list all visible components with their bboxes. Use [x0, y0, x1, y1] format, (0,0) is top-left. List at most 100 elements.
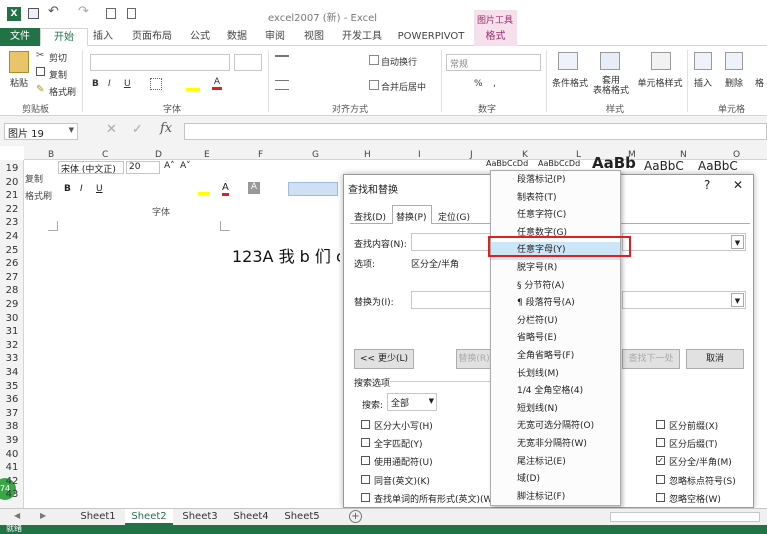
menu-item[interactable]: ¶ 段落符号(A): [491, 295, 620, 313]
style-preview-4[interactable]: AaBbC: [698, 159, 738, 173]
column-header[interactable]: J: [470, 150, 473, 160]
row-header[interactable]: 35: [0, 381, 24, 392]
tab-goto[interactable]: 定位(G): [438, 210, 470, 223]
menu-item[interactable]: 全角省略号(F): [491, 348, 620, 366]
undo-icon[interactable]: ↶: [48, 4, 59, 19]
row-header[interactable]: 38: [0, 421, 24, 432]
font-name-combo[interactable]: [90, 54, 230, 71]
cut-button[interactable]: 剪切: [49, 51, 67, 64]
checkbox[interactable]: [361, 420, 370, 429]
doc-underline-button[interactable]: U: [96, 184, 103, 194]
column-header[interactable]: E: [204, 150, 210, 160]
shrink-font-icon[interactable]: A˅: [180, 161, 191, 171]
comma-button[interactable]: ,: [493, 79, 496, 89]
row-header[interactable]: 26: [0, 258, 24, 269]
checkbox[interactable]: [656, 420, 665, 429]
style-preview-3[interactable]: AaBbC: [644, 159, 684, 173]
copy-button[interactable]: 复制: [49, 68, 67, 81]
sheet-tab[interactable]: Sheet2: [125, 509, 173, 525]
row-header[interactable]: 37: [0, 408, 24, 419]
scroll-left-icon[interactable]: ◀: [14, 511, 20, 520]
format-cells-button[interactable]: 格: [755, 76, 764, 89]
align-left-icon[interactable]: [275, 80, 289, 90]
sheet-tab[interactable]: Sheet3: [176, 509, 224, 525]
style-preview-1[interactable]: AaBbCcDd: [486, 159, 528, 168]
search-direction-select[interactable]: 全部 ▼: [387, 393, 437, 411]
menu-item[interactable]: 省略号(E): [491, 330, 620, 348]
row-header[interactable]: 29: [0, 299, 24, 310]
scroll-right-icon[interactable]: ▶: [40, 511, 46, 520]
row-header[interactable]: 22: [0, 204, 24, 215]
fill-color-icon[interactable]: [186, 78, 200, 91]
char-shading-icon[interactable]: A: [248, 182, 260, 194]
doc-font-size-combo[interactable]: 20: [126, 161, 160, 174]
sheet-tab[interactable]: Sheet4: [227, 509, 275, 525]
menu-item[interactable]: 短划线(N): [491, 401, 620, 419]
menu-item[interactable]: 长划线(M): [491, 366, 620, 384]
find-input[interactable]: [411, 233, 491, 251]
conditional-format-button[interactable]: 条件格式: [550, 76, 590, 89]
paragraph-align-icons[interactable]: [288, 182, 338, 196]
sheet-tab[interactable]: Sheet1: [74, 509, 122, 525]
italic-button[interactable]: I: [108, 79, 111, 89]
column-header[interactable]: I: [418, 150, 421, 160]
row-header[interactable]: 24: [0, 231, 24, 242]
column-header[interactable]: D: [155, 150, 162, 160]
replace-button[interactable]: 替换(R): [456, 349, 492, 369]
cell-styles-button[interactable]: 单元格样式: [634, 76, 686, 89]
checkbox[interactable]: [656, 438, 665, 448]
formula-input[interactable]: [184, 123, 767, 140]
help-button[interactable]: ?: [704, 178, 710, 192]
row-header[interactable]: 25: [0, 245, 24, 256]
find-input-right[interactable]: ▼: [622, 233, 746, 251]
tab-replace[interactable]: 替换(P): [396, 210, 426, 223]
checkbox[interactable]: [656, 474, 665, 484]
menu-item[interactable]: 无宽非分隔符(W): [491, 436, 620, 454]
delete-cells-button[interactable]: 删除: [725, 76, 743, 89]
highlight-color-icon[interactable]: [198, 183, 210, 195]
touch-mode-icon[interactable]: [127, 8, 136, 19]
font-color-button[interactable]: A: [212, 77, 222, 90]
less-button[interactable]: << 更少(L): [354, 349, 414, 369]
close-icon[interactable]: ✕: [733, 178, 743, 192]
row-header[interactable]: 20: [0, 177, 24, 188]
tab-file[interactable]: 文件: [0, 28, 40, 46]
tab-view[interactable]: 视图: [299, 28, 329, 46]
row-header[interactable]: 27: [0, 272, 24, 283]
tab-data[interactable]: 数据: [222, 28, 252, 46]
horizontal-scrollbar[interactable]: [610, 512, 760, 522]
border-icon[interactable]: [150, 78, 162, 90]
row-header[interactable]: 42: [0, 476, 24, 487]
menu-item[interactable]: § 分节符(A): [491, 278, 620, 296]
checkbox[interactable]: ✓: [656, 456, 665, 466]
row-header[interactable]: 21: [0, 190, 24, 201]
column-header[interactable]: H: [364, 150, 371, 160]
doc-bold-button[interactable]: B: [64, 184, 71, 194]
tab-review[interactable]: 审阅: [260, 28, 290, 46]
doc-italic-button[interactable]: I: [80, 184, 83, 194]
find-next-button[interactable]: 查找下一处(F): [622, 349, 680, 369]
column-header[interactable]: G: [312, 150, 319, 160]
insert-function-button[interactable]: fx: [160, 121, 172, 136]
doc-font-name-combo[interactable]: 宋体 (中文正): [58, 161, 124, 175]
row-header[interactable]: 23: [0, 217, 24, 228]
row-header[interactable]: 40: [0, 449, 24, 460]
tab-page-layout[interactable]: 页面布局: [128, 28, 176, 46]
bold-button[interactable]: B: [92, 79, 99, 89]
grow-font-icon[interactable]: A˄: [164, 161, 175, 171]
column-header[interactable]: B: [48, 150, 54, 160]
redo-icon[interactable]: ↷: [78, 4, 89, 19]
row-header[interactable]: 32: [0, 340, 24, 351]
row-header[interactable]: 31: [0, 326, 24, 337]
paste-button[interactable]: 粘贴: [5, 76, 33, 89]
wrap-text-button[interactable]: 自动换行: [381, 55, 417, 68]
column-header[interactable]: C: [102, 150, 108, 160]
tab-developer[interactable]: 开发工具: [338, 28, 386, 46]
underline-button[interactable]: U: [124, 79, 131, 89]
cancel-button[interactable]: 取消: [686, 349, 744, 369]
doc-font-color-icon[interactable]: A: [222, 182, 229, 196]
table-format-button[interactable]: 套用 表格格式: [590, 76, 632, 96]
row-header[interactable]: 28: [0, 285, 24, 296]
replace-input[interactable]: [411, 291, 491, 309]
tab-find[interactable]: 查找(D): [354, 210, 386, 223]
